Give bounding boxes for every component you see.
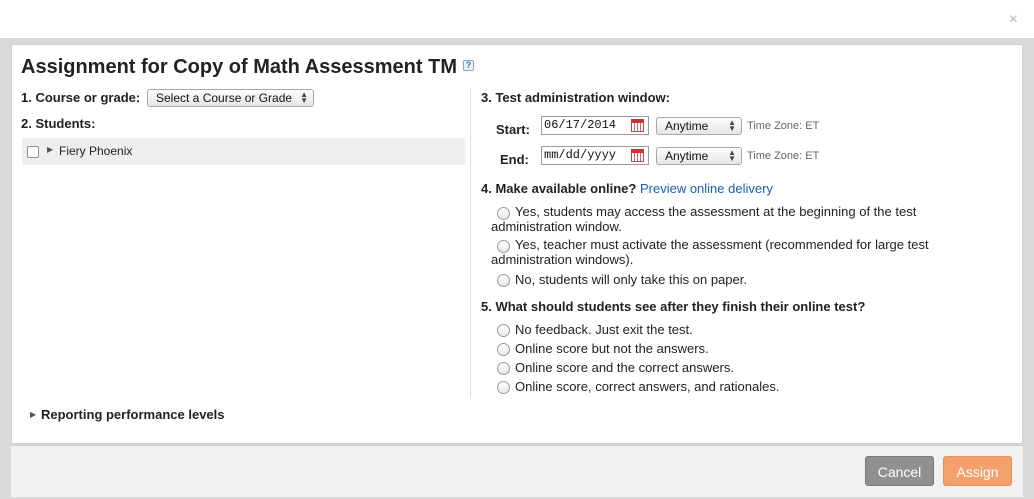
start-label: Start: [496, 122, 530, 137]
assignment-dialog: Assignment for Copy of Math Assessment T… [11, 44, 1023, 444]
dialog-title-text: Assignment for Copy of Math Assessment T… [21, 56, 457, 78]
end-label: End: [500, 152, 529, 167]
feedback-radio-1[interactable] [497, 324, 510, 337]
start-time-select[interactable]: Anytime ▲ ▼ [656, 117, 742, 135]
expand-triangle-icon[interactable]: ▶ [47, 145, 53, 154]
calendar-icon[interactable] [631, 149, 644, 162]
online-label-text: 4. Make available online? [481, 181, 637, 196]
student-checkbox[interactable] [27, 146, 39, 158]
select-arrows-icon: ▲ ▼ [300, 90, 308, 105]
course-label: 1. Course or grade: [21, 90, 141, 105]
online-option-2: Yes, teacher must activate the assessmen… [491, 237, 929, 267]
start-timezone: Time Zone: ET [747, 120, 820, 132]
help-icon[interactable]: ? [462, 60, 474, 72]
students-label: 2. Students: [21, 116, 96, 131]
feedback-radio-4[interactable] [497, 381, 510, 394]
feedback-option-1: No feedback. Just exit the test. [515, 322, 693, 337]
feedback-option-2: Online score but not the answers. [515, 341, 709, 356]
cancel-button[interactable]: Cancel [865, 456, 934, 486]
assign-button[interactable]: Assign [943, 456, 1012, 486]
calendar-icon[interactable] [631, 119, 644, 132]
window-label: 3. Test administration window: [481, 90, 670, 105]
column-divider [470, 89, 471, 398]
start-date-value: 06/17/2014 [544, 118, 617, 132]
reporting-levels-toggle[interactable]: Reporting performance levels [41, 407, 225, 422]
end-date-input[interactable]: mm/dd/yyyy [541, 146, 649, 165]
dialog-title: Assignment for Copy of Math Assessment T… [21, 56, 474, 79]
end-time-value: Anytime [665, 149, 709, 163]
feedback-radio-2[interactable] [497, 343, 510, 356]
student-row: ▶ Fiery Phoenix [22, 138, 465, 165]
close-icon[interactable]: × [1009, 12, 1018, 28]
online-option-3: No, students will only take this on pape… [515, 272, 747, 287]
end-timezone: Time Zone: ET [747, 150, 820, 162]
start-date-input[interactable]: 06/17/2014 [541, 116, 649, 135]
course-select-value: Select a Course or Grade [156, 91, 293, 105]
online-label: 4. Make available online? Preview online… [481, 181, 773, 196]
end-date-value: mm/dd/yyyy [544, 148, 617, 162]
feedback-option-4: Online score, correct answers, and ratio… [515, 379, 780, 394]
feedback-label: 5. What should students see after they f… [481, 299, 866, 314]
preview-online-link[interactable]: Preview online delivery [640, 181, 773, 196]
student-name[interactable]: Fiery Phoenix [59, 144, 132, 158]
end-time-select[interactable]: Anytime ▲ ▼ [656, 147, 742, 165]
online-option-1: Yes, students may access the assessment … [491, 204, 917, 234]
start-time-value: Anytime [665, 119, 709, 133]
feedback-radio-3[interactable] [497, 362, 510, 375]
feedback-option-3: Online score and the correct answers. [515, 360, 734, 375]
select-arrows-icon: ▲ ▼ [728, 148, 736, 163]
course-select[interactable]: Select a Course or Grade ▲ ▼ [147, 89, 314, 107]
online-radio-3[interactable] [497, 274, 510, 287]
select-arrows-icon: ▲ ▼ [728, 118, 736, 133]
reporting-expand-icon[interactable]: ▶ [30, 410, 36, 419]
